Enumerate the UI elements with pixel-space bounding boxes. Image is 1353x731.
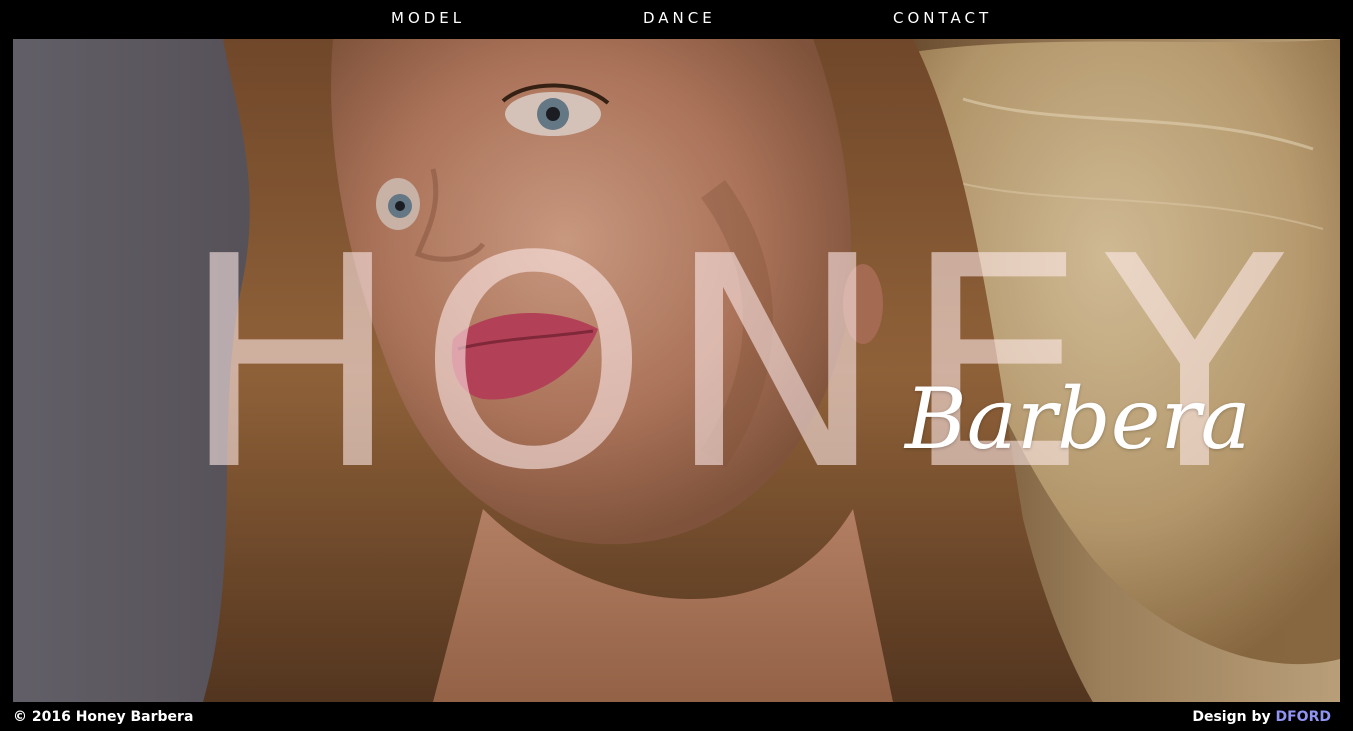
footer: © 2016 Honey Barbera Design by DFORD <box>0 702 1353 731</box>
credit-prefix: Design by <box>1192 709 1271 725</box>
designer-credit: Design by DFORD <box>1192 709 1331 725</box>
nav-link-model[interactable]: MODEL <box>391 9 465 27</box>
top-navigation: MODEL DANCE CONTACT <box>0 0 1353 39</box>
nav-link-contact[interactable]: CONTACT <box>893 9 992 27</box>
hero-title-honey: HONEY <box>181 194 1302 534</box>
nav-link-dance[interactable]: DANCE <box>643 9 716 27</box>
hero-subtitle-barbera: Barbera <box>905 370 1251 468</box>
hero-section: HONEY Barbera <box>13 39 1340 702</box>
designer-link[interactable]: DFORD <box>1276 709 1332 725</box>
copyright-text: © 2016 Honey Barbera <box>13 709 194 725</box>
